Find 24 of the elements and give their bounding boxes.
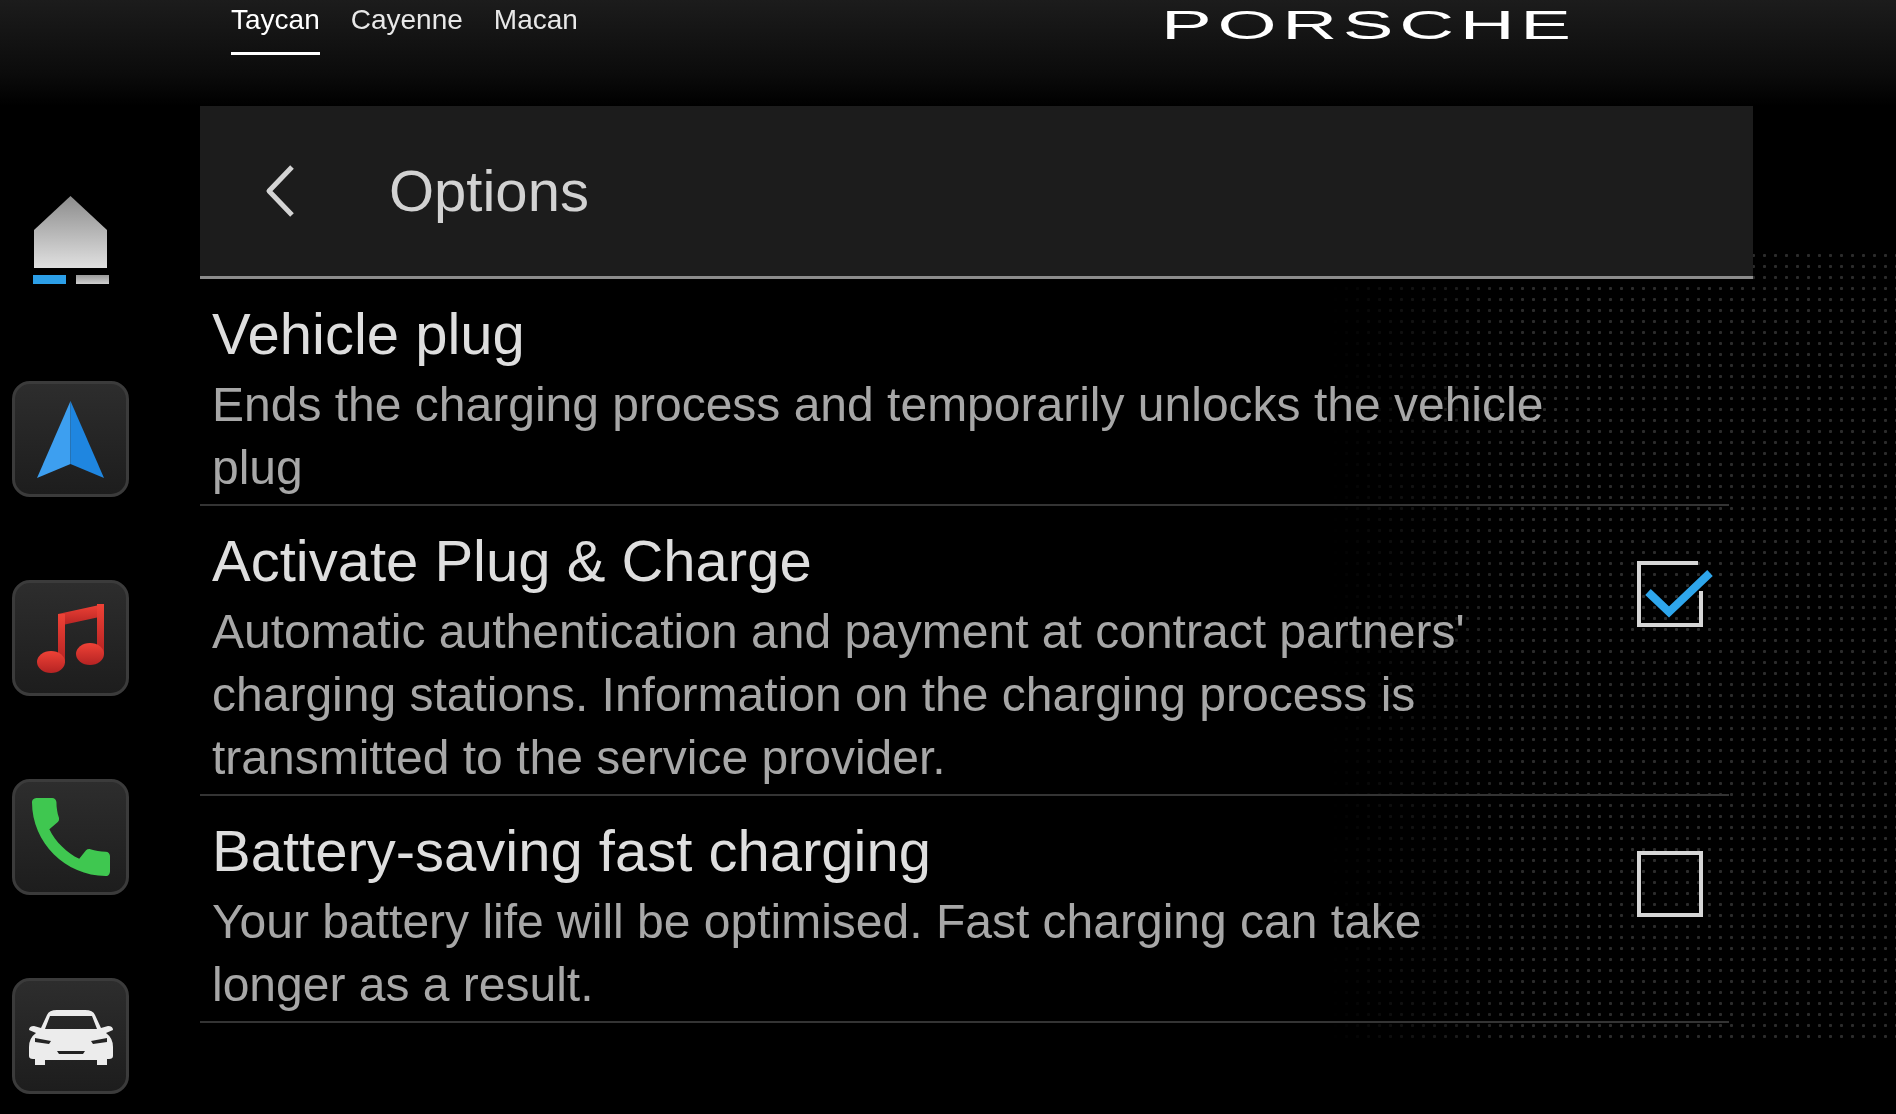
option-title: Vehicle plug — [212, 300, 526, 368]
checkbox[interactable] — [1637, 561, 1715, 628]
app-button[interactable] — [12, 381, 129, 497]
car-icon — [28, 1007, 113, 1065]
chevron-left-icon — [264, 164, 296, 218]
app-button[interactable] — [12, 978, 129, 1094]
model-tab[interactable]: Cayenne — [350, 0, 463, 55]
option-description: Automatic authentication and payment at contract partners' charging stations. Information on the charging process is transmitted to the service provider. — [212, 604, 1466, 786]
brand-logo: PORSCHE — [1161, 5, 1577, 45]
option-title: Activate Plug & Charge — [212, 527, 813, 595]
model-tab[interactable]: Macan — [493, 0, 578, 55]
navigation-arrow-icon — [37, 400, 104, 478]
phone-icon — [31, 798, 110, 876]
music-note-icon — [35, 602, 106, 674]
option-description: Your battery life will be optimised. Fast charging can take longer as a result. — [212, 894, 1423, 1013]
checkbox[interactable] — [1637, 851, 1703, 917]
back-button[interactable] — [264, 164, 296, 218]
home-icon — [34, 196, 107, 268]
page-title: Options — [389, 157, 589, 225]
option-description: Ends the charging process and temporarily unlocks the vehicle plug — [212, 377, 1545, 496]
home-button[interactable] — [34, 196, 107, 268]
option-title: Battery-saving fast charging — [212, 817, 932, 885]
model-tab[interactable]: Taycan — [231, 0, 320, 55]
app-button[interactable] — [12, 779, 129, 895]
